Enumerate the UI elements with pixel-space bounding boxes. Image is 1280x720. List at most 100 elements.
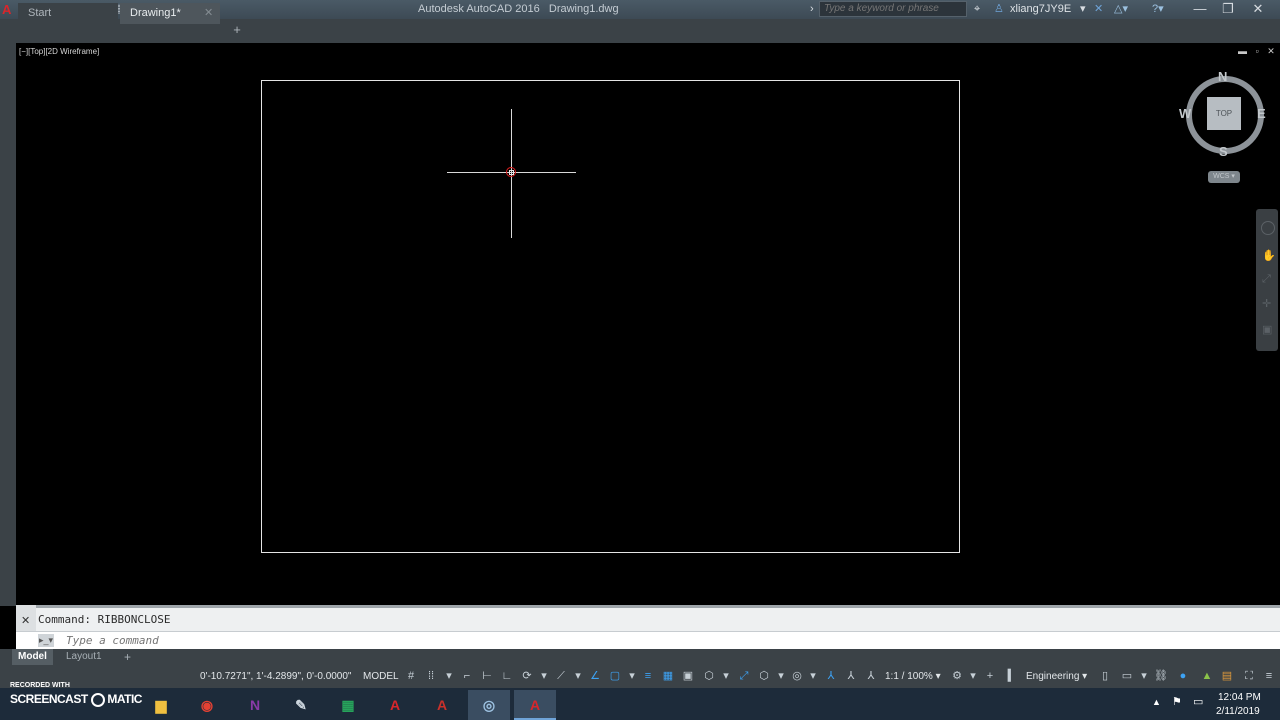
hardware-acceleration-icon[interactable]: ● <box>1176 669 1190 683</box>
osnap-dropdown-icon[interactable]: ▾ <box>625 669 639 683</box>
model-space-toggle[interactable]: MODEL <box>363 671 399 682</box>
workspace-switching-icon[interactable]: ⚙ <box>950 669 964 683</box>
pan-icon[interactable]: ✋ <box>1262 249 1276 262</box>
workspace-dropdown-icon[interactable]: ▾ <box>966 669 980 683</box>
compass-east[interactable]: E <box>1257 106 1266 121</box>
selection-cycling-icon[interactable]: ▣ <box>681 669 695 683</box>
snap-mode-icon[interactable]: ⁞⁞ <box>424 669 438 683</box>
status-coordinates[interactable]: 0'-10.7271", 1'-4.2899", 0'-0.0000" <box>200 671 351 682</box>
clock-date[interactable]: 2/11/2019 <box>1216 706 1260 717</box>
viewcube-top-face[interactable]: TOP <box>1207 97 1241 130</box>
tab-close-icon[interactable]: ✕ <box>204 3 213 24</box>
customization-menu-icon[interactable]: ≡ <box>1262 669 1276 683</box>
polar-dropdown-icon[interactable]: ▾ <box>537 669 551 683</box>
paper-boundary <box>261 80 960 553</box>
new-layout-plus-icon[interactable]: + <box>118 649 137 665</box>
compass-south[interactable]: S <box>1219 144 1228 159</box>
tab-layout1[interactable]: Layout1 <box>60 649 108 665</box>
gizmo-icon[interactable]: ◎ <box>790 669 804 683</box>
grid-icon[interactable]: # <box>404 669 418 683</box>
dynamic-input-icon[interactable]: ⊢ <box>480 669 494 683</box>
dynamic-ucs-icon[interactable]: ⤢ <box>737 669 751 683</box>
viewport-controls-label[interactable]: [−][Top][2D Wireframe] <box>19 47 99 56</box>
isolate-objects-icon[interactable]: ⛓ <box>1154 669 1168 683</box>
quick-properties-icon[interactable]: ▯ <box>1098 669 1112 683</box>
user-dropdown-icon[interactable]: ▾ <box>1080 2 1086 17</box>
ortho-mode-icon[interactable]: ∟ <box>500 669 514 683</box>
search-expand-icon[interactable]: › <box>810 2 814 17</box>
recorder-app-icon[interactable]: ◎ <box>468 690 510 720</box>
snap-dropdown-icon[interactable]: ▾ <box>442 669 456 683</box>
clean-screen-icon[interactable]: ▲ <box>1200 669 1214 683</box>
tab-drawing1[interactable]: Drawing1* ✕ <box>120 3 220 24</box>
autocad-launcher-icon[interactable]: A <box>378 690 412 720</box>
access-icon[interactable]: A <box>425 690 459 720</box>
screencast-logo-icon <box>90 692 105 707</box>
tab-drawing1-label: Drawing1* <box>130 7 181 19</box>
help-search-input[interactable] <box>819 1 967 17</box>
infer-constraints-icon[interactable]: ⌐ <box>460 669 474 683</box>
chrome-icon[interactable]: ◉ <box>190 690 224 720</box>
lock-ui-icon[interactable]: ▭ <box>1120 669 1134 683</box>
status-notification-icon[interactable]: ▤ <box>1220 669 1234 683</box>
close-command-line-icon[interactable]: ✕ <box>21 614 30 627</box>
clock-time[interactable]: 12:04 PM <box>1218 692 1261 703</box>
onenote-icon[interactable]: N <box>238 690 272 720</box>
steeringwheel-icon[interactable] <box>1261 221 1275 235</box>
annotation-visibility-icon[interactable]: ⅄ <box>824 669 838 683</box>
command-input[interactable] <box>66 631 1166 649</box>
annotation-scale-icon[interactable]: ⅄ <box>864 669 878 683</box>
showmotion-icon[interactable]: ▣ <box>1262 323 1272 336</box>
action-center-flag-icon[interactable]: ⚑ <box>1172 695 1182 708</box>
polar-tracking-icon[interactable]: ⟳ <box>520 669 534 683</box>
annotation-monitor-icon[interactable]: + <box>983 669 997 683</box>
ucs-label: WCS <box>1213 173 1230 180</box>
minimize-icon[interactable]: — <box>1186 0 1214 18</box>
compass-north[interactable]: N <box>1218 69 1227 84</box>
3d-osnap-icon[interactable]: ⬡ <box>702 669 716 683</box>
user-icon[interactable]: ♙ <box>994 2 1004 17</box>
orbit-icon[interactable]: ✛ <box>1262 297 1271 310</box>
sheets-icon[interactable]: ▦ <box>331 690 365 720</box>
help-icon[interactable]: ?▾ <box>1152 2 1164 17</box>
selection-filter-dropdown-icon[interactable]: ▾ <box>774 669 788 683</box>
viewport-window-controls[interactable]: ▬ ▫ ✕ <box>1238 46 1278 57</box>
close-icon[interactable]: ✕ <box>1244 0 1272 18</box>
units-dropdown[interactable]: Engineering ▾ <box>1026 671 1087 682</box>
navigation-bar[interactable]: ✋ ⤢ ✛ ▣ <box>1256 209 1278 351</box>
network-icon[interactable]: ▭ <box>1193 695 1203 708</box>
units-value: Engineering <box>1026 671 1080 682</box>
lineweight-icon[interactable]: ≡ <box>641 669 655 683</box>
units-icon[interactable]: ▍ <box>1005 669 1019 683</box>
zoom-extents-icon[interactable]: ⤢ <box>1262 273 1271 286</box>
paint-icon[interactable]: ✎ <box>284 690 318 720</box>
auto-scale-icon[interactable]: ⅄ <box>844 669 858 683</box>
exchange-apps-icon[interactable]: ✕ <box>1094 2 1103 17</box>
ucs-menu[interactable]: WCS ▾ <box>1208 171 1240 183</box>
isodraft-dropdown-icon[interactable]: ▾ <box>571 669 585 683</box>
3d-osnap-dropdown-icon[interactable]: ▾ <box>719 669 733 683</box>
a360-icon[interactable]: △▾ <box>1114 2 1128 17</box>
new-tab-plus-icon[interactable]: + <box>230 23 244 37</box>
file-explorer-icon[interactable]: ▆ <box>144 690 178 720</box>
tray-overflow-icon[interactable]: ▲ <box>1152 697 1161 707</box>
isodraft-icon[interactable]: ⟋ <box>554 669 568 683</box>
compass-west[interactable]: W <box>1179 106 1191 121</box>
gizmo-dropdown-icon[interactable]: ▾ <box>806 669 820 683</box>
lock-dropdown-icon[interactable]: ▾ <box>1137 669 1151 683</box>
object-snap-icon[interactable]: ▢ <box>608 669 622 683</box>
tab-start[interactable]: Start <box>18 3 118 24</box>
fullscreen-icon[interactable]: ⛶ <box>1242 669 1256 683</box>
object-snap-tracking-icon[interactable]: ∠ <box>588 669 602 683</box>
recorded-with-label: RECORDED WITH <box>10 682 70 689</box>
transparency-icon[interactable]: ▦ <box>661 669 675 683</box>
sign-in-user[interactable]: xliang7JY9E <box>1010 3 1071 15</box>
tab-model[interactable]: Model <box>12 649 53 665</box>
recent-commands-icon[interactable]: ▸_▾ <box>38 634 54 647</box>
autocad-app-menu-icon[interactable]: A <box>2 2 11 17</box>
binoculars-icon[interactable]: ⌖ <box>974 2 980 17</box>
autocad-running-icon[interactable]: A <box>514 690 556 720</box>
annotation-scale-dropdown[interactable]: 1:1 / 100% ▾ <box>885 671 941 682</box>
selection-filter-icon[interactable]: ⬡ <box>757 669 771 683</box>
restore-icon[interactable]: ❐ <box>1214 0 1242 18</box>
